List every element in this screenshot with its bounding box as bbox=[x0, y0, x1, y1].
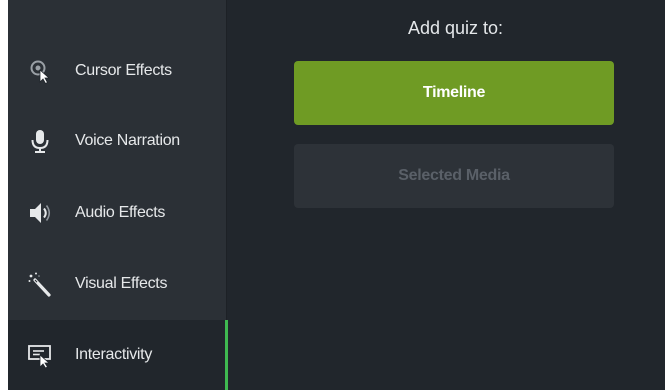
sidebar-item-label: Visual Effects bbox=[75, 275, 168, 292]
sidebar-item-label: Voice Narration bbox=[75, 132, 180, 149]
timeline-button[interactable]: Timeline bbox=[294, 61, 614, 125]
speaker-icon bbox=[26, 199, 54, 227]
magic-wand-icon bbox=[26, 270, 54, 298]
sidebar-item-audio-effects[interactable]: Audio Effects bbox=[8, 178, 226, 248]
sidebar-item-voice-narration[interactable]: Voice Narration bbox=[8, 106, 226, 176]
sidebar-item-label: Interactivity bbox=[75, 346, 153, 363]
sidebar-item-interactivity[interactable]: Interactivity bbox=[8, 320, 228, 390]
selected-media-button[interactable]: Selected Media bbox=[294, 144, 614, 208]
sidebar-item-cursor-effects[interactable]: Cursor Effects bbox=[8, 36, 226, 106]
interactivity-icon bbox=[26, 341, 54, 369]
sidebar-item-label: Audio Effects bbox=[75, 204, 166, 221]
sidebar-divider bbox=[226, 0, 227, 320]
quiz-panel: Add quiz to: Timeline Selected Media bbox=[228, 0, 665, 390]
microphone-icon bbox=[26, 127, 54, 155]
app-window: Cursor Effects Voice Narration Audio Eff… bbox=[8, 0, 665, 390]
cursor-effects-icon bbox=[26, 57, 54, 85]
sidebar: Cursor Effects Voice Narration Audio Eff… bbox=[8, 0, 228, 390]
sidebar-item-visual-effects[interactable]: Visual Effects bbox=[8, 249, 226, 319]
sidebar-item-label: Cursor Effects bbox=[75, 62, 172, 79]
quiz-heading: Add quiz to: bbox=[407, 18, 504, 38]
